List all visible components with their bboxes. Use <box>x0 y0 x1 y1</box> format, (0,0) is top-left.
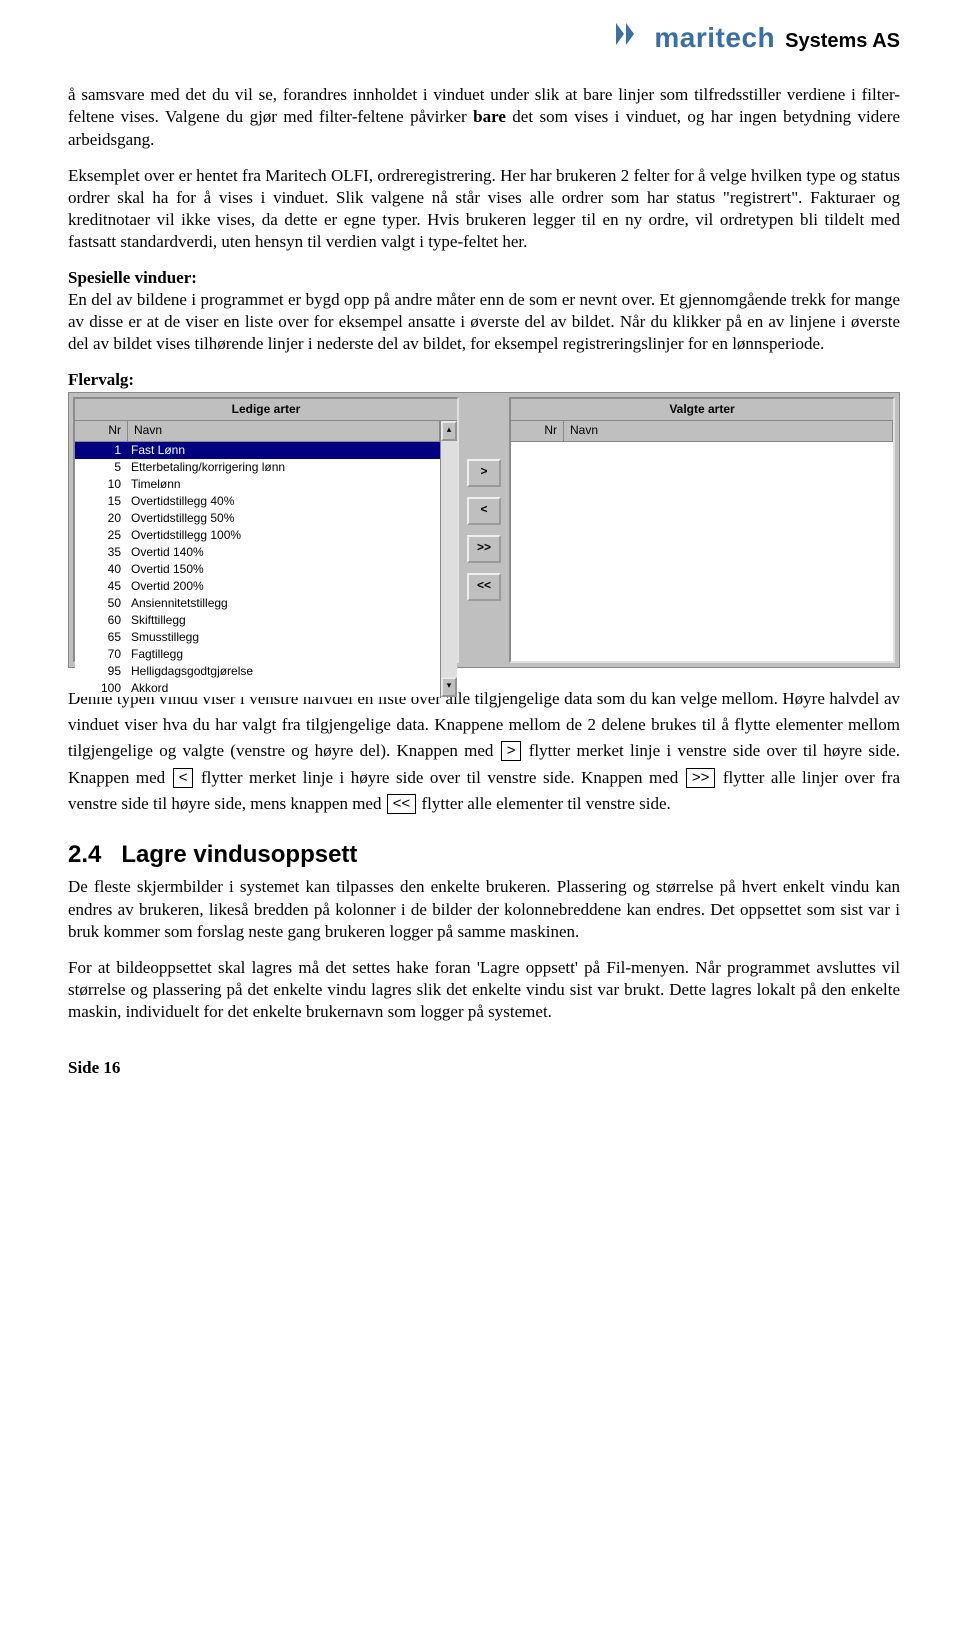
list-item[interactable]: 1Fast Lønn <box>75 442 440 459</box>
logo-text: maritech <box>654 20 775 56</box>
text-bold: bare <box>473 107 506 126</box>
text: flytter alle elementer til venstre side. <box>417 794 670 813</box>
logo-icon <box>614 21 648 53</box>
available-list-panel: Ledige arter Nr Navn 1Fast Lønn5Etterbet… <box>73 397 459 663</box>
list-item[interactable]: 10Timelønn <box>75 476 440 493</box>
list-item-navn: Timelønn <box>127 476 440 493</box>
list-item-navn: Overtid 200% <box>127 578 440 595</box>
list-item-nr: 70 <box>75 646 127 663</box>
selected-list[interactable] <box>511 442 893 661</box>
selected-list-panel: Valgte arter Nr Navn <box>509 397 895 663</box>
page-footer: Side 16 <box>68 1057 900 1079</box>
list-item-nr: 5 <box>75 459 127 476</box>
panel-title-right: Valgte arter <box>511 399 893 422</box>
column-header-navn[interactable]: Navn <box>564 421 893 441</box>
list-item[interactable]: 40Overtid 150% <box>75 561 440 578</box>
move-all-left-button[interactable]: << <box>467 573 501 601</box>
scroll-up-icon[interactable]: ▴ <box>441 421 457 441</box>
list-item-navn: Skifttillegg <box>127 612 440 629</box>
list-item-nr: 50 <box>75 595 127 612</box>
section-title: Lagre vindusoppsett <box>121 841 357 868</box>
body-paragraph: De fleste skjermbilder i systemet kan ti… <box>68 876 900 942</box>
list-item[interactable]: 25Overtidstillegg 100% <box>75 527 440 544</box>
list-item-nr: 100 <box>75 680 127 697</box>
list-item-navn: Etterbetaling/korrigering lønn <box>127 459 440 476</box>
list-item-nr: 15 <box>75 493 127 510</box>
list-item[interactable]: 15Overtidstillegg 40% <box>75 493 440 510</box>
list-item-navn: Akkord <box>127 680 440 697</box>
list-item-navn: Overtidstillegg 40% <box>127 493 440 510</box>
dual-list-widget: Ledige arter Nr Navn 1Fast Lønn5Etterbet… <box>68 392 900 668</box>
list-item[interactable]: 50Ansiennitetstillegg <box>75 595 440 612</box>
list-item[interactable]: 60Skifttillegg <box>75 612 440 629</box>
column-header-navn[interactable]: Navn <box>128 421 440 441</box>
body-paragraph: For at bildeoppsettet skal lagres må det… <box>68 957 900 1023</box>
scroll-track[interactable] <box>441 441 457 677</box>
list-item-nr: 20 <box>75 510 127 527</box>
panel-title-left: Ledige arter <box>75 399 457 422</box>
list-item-nr: 1 <box>75 442 127 459</box>
page-header: maritech Systems AS <box>68 20 900 56</box>
body-paragraph: Spesielle vinduer: En del av bildene i p… <box>68 267 900 355</box>
list-item-navn: Fagtillegg <box>127 646 440 663</box>
scroll-down-icon[interactable]: ▾ <box>441 677 457 697</box>
list-item[interactable]: 65Smusstillegg <box>75 629 440 646</box>
list-item[interactable]: 95Helligdagsgodtgjørelse <box>75 663 440 680</box>
body-paragraph: å samsvare med det du vil se, forandres … <box>68 84 900 150</box>
section-heading: 2.4 Lagre vindusoppsett <box>68 839 900 870</box>
list-item-navn: Overtid 140% <box>127 544 440 561</box>
list-item[interactable]: 20Overtidstillegg 50% <box>75 510 440 527</box>
subheading: Flervalg: <box>68 369 900 391</box>
logo: maritech Systems AS <box>614 20 900 56</box>
move-right-button[interactable]: > <box>467 459 501 487</box>
list-item-navn: Overtidstillegg 100% <box>127 527 440 544</box>
logo-suffix: Systems AS <box>785 28 900 54</box>
list-item-nr: 25 <box>75 527 127 544</box>
column-headers: Nr Navn <box>75 421 440 442</box>
column-header-nr[interactable]: Nr <box>75 421 128 441</box>
text: flytter merket linje i høyre side over t… <box>194 768 684 787</box>
list-item-nr: 40 <box>75 561 127 578</box>
list-item-nr: 10 <box>75 476 127 493</box>
move-all-right-button[interactable]: >> <box>467 535 501 563</box>
list-item-navn: Ansiennitetstillegg <box>127 595 440 612</box>
list-item-nr: 65 <box>75 629 127 646</box>
list-item-nr: 35 <box>75 544 127 561</box>
list-item[interactable]: 5Etterbetaling/korrigering lønn <box>75 459 440 476</box>
list-item[interactable]: 70Fagtillegg <box>75 646 440 663</box>
section-number: 2.4 <box>68 841 101 868</box>
text: En del av bildene i programmet er bygd o… <box>68 290 900 353</box>
list-item-navn: Overtidstillegg 50% <box>127 510 440 527</box>
list-item-navn: Fast Lønn <box>127 442 440 459</box>
column-headers: Nr Navn <box>511 421 893 442</box>
column-header-nr[interactable]: Nr <box>511 421 564 441</box>
list-item-nr: 60 <box>75 612 127 629</box>
list-item-nr: 95 <box>75 663 127 680</box>
list-item[interactable]: 45Overtid 200% <box>75 578 440 595</box>
transfer-buttons: > < >> << <box>463 397 505 663</box>
list-item[interactable]: 35Overtid 140% <box>75 544 440 561</box>
list-item-nr: 45 <box>75 578 127 595</box>
list-item-navn: Helligdagsgodtgjørelse <box>127 663 440 680</box>
scrollbar[interactable]: ▴ ▾ <box>440 421 457 697</box>
inline-button-right: > <box>501 741 522 761</box>
inline-button-all-right: >> <box>686 768 716 788</box>
inline-button-left: < <box>173 768 194 788</box>
body-paragraph: Denne typen vindu viser i venstre halvde… <box>68 686 900 818</box>
list-item-navn: Smusstillegg <box>127 629 440 646</box>
inline-button-all-left: << <box>387 794 417 814</box>
body-paragraph: Eksemplet over er hentet fra Maritech OL… <box>68 165 900 253</box>
list-item-navn: Overtid 150% <box>127 561 440 578</box>
move-left-button[interactable]: < <box>467 497 501 525</box>
list-item[interactable]: 100Akkord <box>75 680 440 697</box>
subheading: Spesielle vinduer: <box>68 268 197 287</box>
available-list[interactable]: 1Fast Lønn5Etterbetaling/korrigering løn… <box>75 442 440 697</box>
